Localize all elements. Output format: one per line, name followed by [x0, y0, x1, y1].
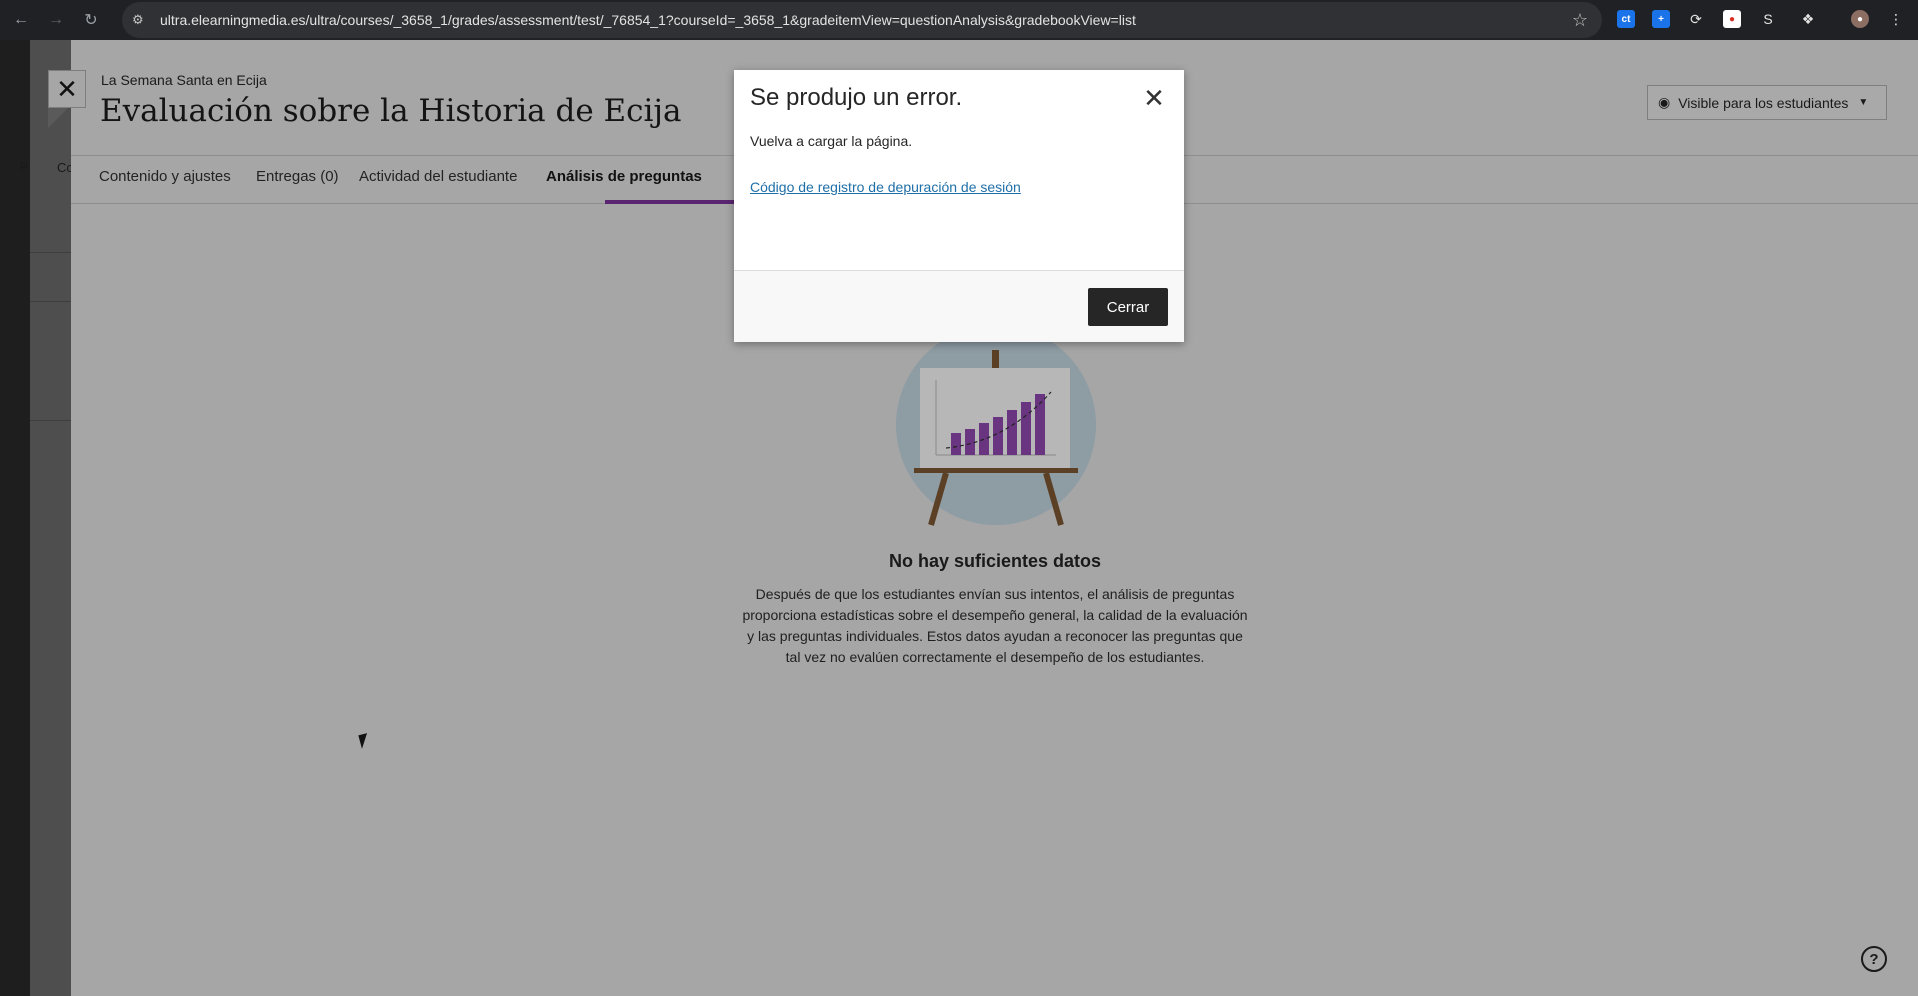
debug-log-link[interactable]: Código de registro de depuración de sesi… — [750, 179, 1021, 195]
tab-question-analysis[interactable]: Análisis de preguntas — [546, 168, 702, 185]
dialog-footer: Cerrar — [734, 270, 1184, 342]
app-sidebar-dark — [0, 40, 30, 996]
empty-state-description: Después de que los estudiantes envían su… — [742, 586, 1248, 665]
extension-plus-icon[interactable]: + — [1647, 5, 1675, 33]
divider — [30, 252, 72, 253]
divider — [30, 420, 72, 421]
caret-down-icon: ▼ — [1858, 97, 1869, 108]
visibility-dropdown[interactable]: ◉ Visible para los estudiantes ▼ — [1647, 85, 1887, 120]
dialog-message: Vuelva a cargar la página. — [750, 133, 913, 149]
close-button[interactable]: Cerrar — [1088, 288, 1168, 326]
extension-red-icon[interactable]: ● — [1718, 5, 1746, 33]
extension-ct[interactable]: ct — [1612, 5, 1640, 33]
close-icon[interactable]: ✕ — [1142, 85, 1166, 111]
extension-link-icon[interactable]: ⟳ — [1682, 5, 1710, 33]
tab-student-activity[interactable]: Actividad del estudiante — [359, 168, 517, 185]
bookmark-star-icon[interactable]: ☆ — [1572, 10, 1588, 31]
site-info-icon[interactable]: ⚙ — [132, 12, 152, 28]
easel-top — [992, 350, 999, 370]
close-panel-icon[interactable]: ✕ — [48, 70, 86, 108]
extensions-puzzle-icon[interactable]: ❖ — [1794, 5, 1822, 33]
illustration-bar — [993, 417, 1003, 455]
illustration-bar — [951, 433, 961, 455]
eye-icon: ◉ — [1658, 94, 1671, 110]
panel-corner — [48, 108, 68, 128]
address-bar[interactable]: ⚙ ultra.elearningmedia.es/ultra/courses/… — [122, 2, 1602, 38]
browser-toolbar: ← → ↻ ⚙ ultra.elearningmedia.es/ultra/co… — [0, 0, 1918, 40]
chart-easel-illustration — [896, 330, 1096, 526]
url-text: ultra.elearningmedia.es/ultra/courses/_3… — [160, 12, 1136, 28]
help-icon[interactable]: ? — [1861, 946, 1887, 972]
easel-ledge — [914, 468, 1078, 473]
illustration-bar — [965, 429, 975, 455]
course-name: La Semana Santa en Ecija — [101, 72, 267, 88]
underlying-label-a: P — [20, 160, 29, 174]
profile-avatar[interactable]: ● — [1846, 5, 1874, 33]
tab-content-settings[interactable]: Contenido y ajustes — [99, 168, 231, 185]
illustration-bar — [979, 423, 989, 455]
illustration-bar — [1007, 410, 1017, 455]
back-icon[interactable]: ← — [7, 6, 35, 34]
error-dialog: Se produjo un error. ✕ Vuelva a cargar l… — [734, 70, 1184, 342]
extension-s[interactable]: S — [1754, 5, 1782, 33]
tab-submissions[interactable]: Entregas (0) — [256, 168, 339, 185]
visibility-label: Visible para los estudiantes — [1678, 94, 1849, 111]
forward-icon[interactable]: → — [42, 6, 70, 34]
divider — [30, 301, 72, 302]
reload-icon[interactable]: ↻ — [77, 6, 105, 34]
empty-state-title: No hay suficientes datos — [888, 551, 1102, 571]
dialog-title: Se produjo un error. — [750, 84, 963, 111]
illustration-bar — [1021, 402, 1031, 455]
page-title: Evaluación sobre la Historia de Ecija — [100, 93, 682, 129]
browser-menu-icon[interactable]: ⋮ — [1882, 5, 1910, 33]
